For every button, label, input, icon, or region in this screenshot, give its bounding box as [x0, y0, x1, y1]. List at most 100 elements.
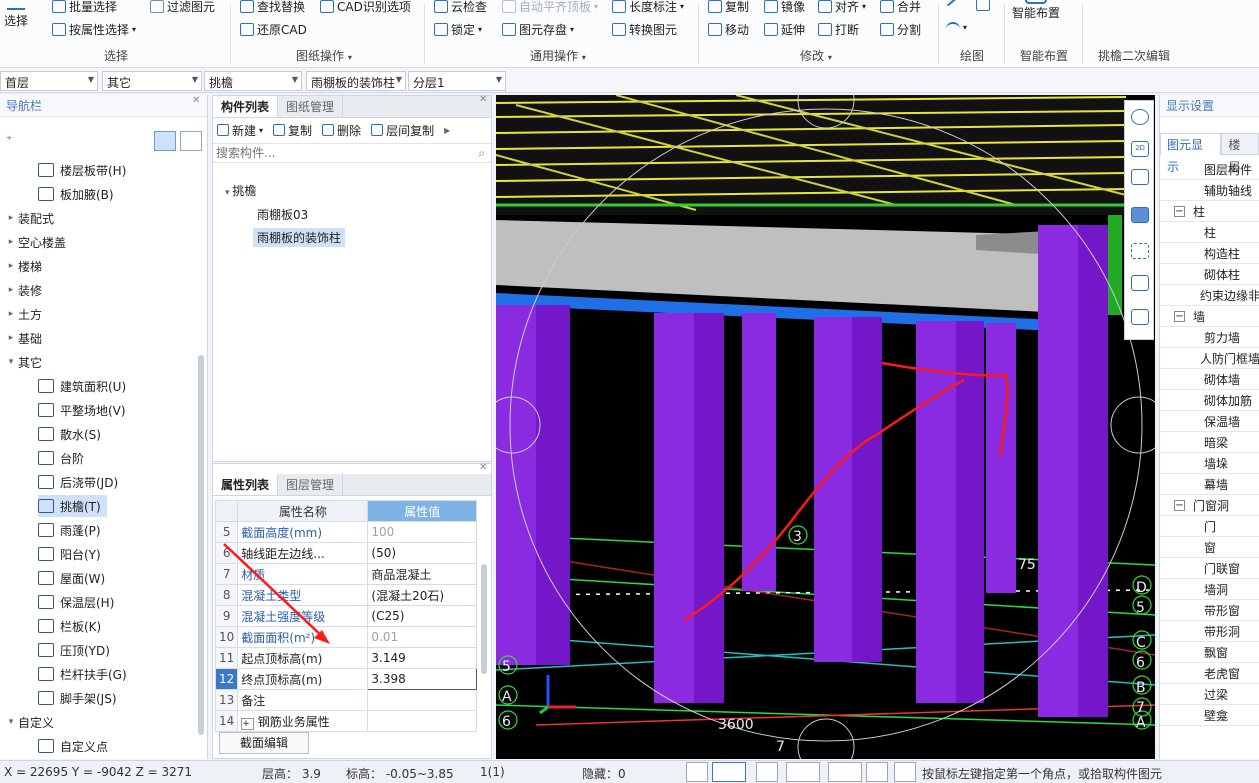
- find-replace-button[interactable]: 查找替换: [240, 0, 305, 15]
- nav-item[interactable]: 栏杆扶手(G): [38, 663, 133, 685]
- detail-view-icon[interactable]: [180, 131, 202, 151]
- chevron-right-icon[interactable]: ▸: [4, 237, 18, 247]
- cad-recognition-options-button[interactable]: CAD识别选项: [320, 0, 411, 15]
- close-icon[interactable]: ✕: [479, 94, 487, 105]
- nav-group[interactable]: ▸ 土方: [4, 303, 42, 325]
- display-item[interactable]: 柱: [1160, 222, 1259, 243]
- layer-select[interactable]: 分层1 ▼: [408, 71, 506, 91]
- nav-group[interactable]: ▾ 其它: [4, 351, 42, 373]
- display-item[interactable]: 老虎窗: [1160, 663, 1259, 684]
- nav-item[interactable]: 栏板(K): [38, 615, 107, 637]
- display-item[interactable]: 剪力墙: [1160, 327, 1259, 348]
- orbit-icon[interactable]: [1131, 109, 1149, 125]
- display-item[interactable]: 保温墙: [1160, 411, 1259, 432]
- nav-item[interactable]: 建筑面积(U): [38, 375, 132, 397]
- copy-button[interactable]: 复制: [708, 0, 749, 15]
- nav-item[interactable]: 楼层板带(H): [38, 159, 132, 181]
- search-input[interactable]: [213, 144, 463, 162]
- lock-button[interactable]: 锁定 ▾: [434, 21, 482, 38]
- move-button[interactable]: 移动: [708, 21, 749, 38]
- expand-icon[interactable]: +: [241, 717, 254, 730]
- pin-icon[interactable]: ⁺: [6, 133, 12, 147]
- nav-item[interactable]: 散水(S): [38, 423, 107, 445]
- tab-property-list[interactable]: 属性列表: [213, 474, 279, 495]
- nav-item[interactable]: 压顶(YD): [38, 639, 116, 661]
- nav-item[interactable]: 自定义点: [38, 735, 114, 757]
- display-item[interactable]: 墙垛: [1160, 453, 1259, 474]
- nav-item[interactable]: 板加腋(B): [38, 183, 120, 205]
- nav-group[interactable]: ▸ 空心楼盖: [4, 231, 66, 253]
- dynamic-input-icon[interactable]: [866, 762, 888, 782]
- break-button[interactable]: 打断: [818, 21, 859, 38]
- property-value[interactable]: 3.398: [367, 668, 477, 690]
- chevron-down-icon[interactable]: ▾: [4, 357, 18, 367]
- chevron-right-icon[interactable]: ▸: [4, 285, 18, 295]
- angle-icon[interactable]: [786, 762, 820, 782]
- category-select[interactable]: 其它 ▼: [102, 71, 202, 91]
- nav-item[interactable]: 雨蓬(P): [38, 519, 107, 541]
- 2d-view-icon[interactable]: 2D: [1131, 141, 1149, 157]
- nav-group[interactable]: ▾ 自定义: [4, 711, 54, 733]
- property-row[interactable]: 14 + 钢筋业务属性: [214, 710, 477, 732]
- display-item[interactable]: 飘窗: [1160, 642, 1259, 663]
- property-value[interactable]: (混凝土20石): [367, 584, 477, 606]
- tab-floor-display[interactable]: 楼层: [1221, 133, 1259, 174]
- display-group[interactable]: − 墙: [1160, 306, 1259, 327]
- nav-group[interactable]: ▸ 装修: [4, 279, 42, 301]
- solid-view-icon[interactable]: [1131, 207, 1149, 223]
- cross-select-icon[interactable]: [756, 762, 778, 782]
- chevron-right-icon[interactable]: ▸: [4, 213, 18, 223]
- store-element-button[interactable]: 图元存盘 ▾: [502, 21, 574, 38]
- display-item[interactable]: 砌体墙: [1160, 369, 1259, 390]
- draw-line-button[interactable]: [946, 0, 960, 7]
- nav-item[interactable]: 平整场地(V): [38, 399, 132, 421]
- close-icon[interactable]: ✕: [192, 95, 200, 106]
- tree-root[interactable]: ▾ 挑檐: [225, 182, 256, 199]
- convert-element-button[interactable]: 转换图元: [612, 21, 677, 38]
- length-mark-button[interactable]: 长度标注 ▾: [612, 0, 684, 15]
- auto-align-top-slab-button[interactable]: 自动平齐顶板 ▾: [502, 0, 598, 15]
- restore-cad-button[interactable]: 还原CAD: [240, 21, 307, 38]
- floor-copy-button[interactable]: 层间复制: [371, 122, 434, 139]
- display-item[interactable]: 砌体柱: [1160, 264, 1259, 285]
- split-button[interactable]: 分割: [880, 21, 921, 38]
- trace-icon[interactable]: [894, 762, 916, 782]
- draw-rect-button[interactable]: [976, 0, 990, 11]
- scrollbar[interactable]: [198, 355, 204, 735]
- nav-item[interactable]: 脚手架(JS): [38, 687, 123, 709]
- chevron-right-icon[interactable]: ▸: [4, 333, 18, 343]
- nav-item[interactable]: 挑檐(T): [38, 495, 107, 517]
- type-select[interactable]: 挑檐 ▼: [204, 71, 302, 91]
- more-icon[interactable]: ▸: [444, 123, 450, 137]
- display-item[interactable]: 人防门框墙: [1160, 348, 1259, 369]
- property-row[interactable]: 13 备注: [214, 689, 477, 711]
- property-value[interactable]: [367, 689, 477, 711]
- display-item[interactable]: 过梁: [1160, 684, 1259, 705]
- cloud-check-button[interactable]: 云检查: [434, 0, 487, 15]
- nav-group[interactable]: ▸ 基础: [4, 327, 42, 349]
- collapse-icon[interactable]: −: [1174, 205, 1185, 217]
- display-item[interactable]: 幕墙: [1160, 474, 1259, 495]
- nav-group[interactable]: ▸ 装配式: [4, 207, 54, 229]
- nav-item[interactable]: 屋面(W): [38, 567, 111, 589]
- display-group[interactable]: − 门窗洞: [1160, 495, 1259, 516]
- filter-elements-button[interactable]: 过滤图元: [150, 0, 215, 15]
- mirror-button[interactable]: 镜像: [764, 0, 805, 15]
- display-item[interactable]: 墙洞: [1160, 579, 1259, 600]
- tab-layer-management[interactable]: 图层管理: [278, 474, 344, 495]
- display-item[interactable]: 暗梁: [1160, 432, 1259, 453]
- copy-component-button[interactable]: 复制: [273, 122, 312, 139]
- close-icon[interactable]: ✕: [479, 462, 487, 473]
- fit-view-icon[interactable]: [1131, 243, 1149, 259]
- display-item[interactable]: 门联窗: [1160, 558, 1259, 579]
- display-item[interactable]: 辅助轴线: [1160, 180, 1259, 201]
- nav-item[interactable]: 台阶: [38, 447, 90, 469]
- property-value[interactable]: (C25): [367, 605, 477, 627]
- select-big-button[interactable]: 选择: [4, 2, 28, 29]
- ortho-icon[interactable]: [686, 762, 708, 782]
- chevron-right-icon[interactable]: ▸: [4, 261, 18, 271]
- component-item[interactable]: 雨棚板03: [257, 206, 308, 223]
- list-view-icon[interactable]: [154, 131, 176, 151]
- component-item-selected[interactable]: 雨棚板的装饰柱: [253, 228, 346, 247]
- chevron-right-icon[interactable]: ▸: [4, 309, 18, 319]
